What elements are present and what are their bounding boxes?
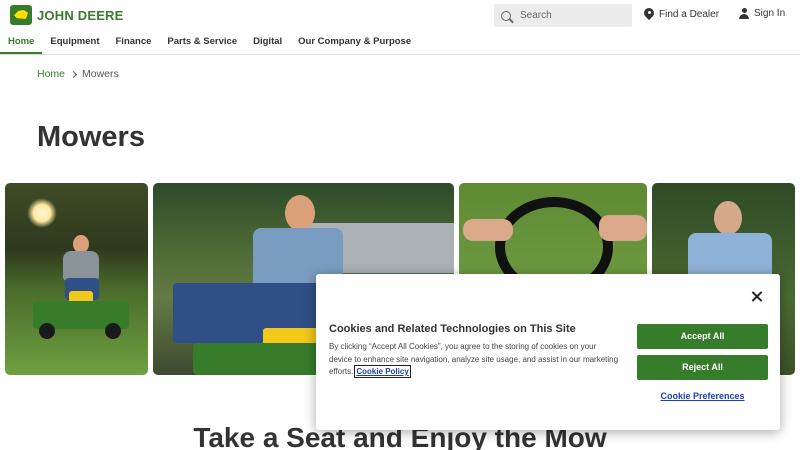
mower-wheel [105, 323, 121, 339]
deer-logo-icon [10, 5, 32, 25]
sun-glare [27, 198, 57, 228]
man-head [714, 201, 742, 235]
right-hand [599, 215, 647, 241]
nav-item-home[interactable]: Home [0, 30, 43, 54]
rider-shirt [63, 251, 99, 281]
nav-item-equipment[interactable]: Equipment [42, 30, 107, 54]
search-icon[interactable] [501, 10, 511, 21]
nav-item-digital[interactable]: Digital [245, 30, 290, 54]
breadcrumb-current: Mowers [82, 68, 119, 80]
cookie-preferences-link[interactable]: Cookie Preferences [637, 391, 768, 401]
close-icon[interactable] [749, 289, 765, 305]
sign-in-link[interactable]: Sign In [739, 8, 785, 19]
logo-text: JOHN DEERE [37, 7, 124, 23]
search-box[interactable] [494, 4, 632, 27]
search-input[interactable] [520, 10, 620, 21]
mower-wheel [39, 323, 55, 339]
find-dealer-link[interactable]: Find a Dealer [644, 8, 719, 20]
top-header: JOHN DEERE Find a Dealer Sign In [0, 0, 800, 30]
rider-head [285, 195, 315, 231]
location-pin-icon [644, 8, 654, 20]
cookie-consent-dialog: Cookies and Related Technologies on This… [316, 274, 780, 430]
person-icon [739, 8, 749, 19]
page-title: Mowers [37, 121, 145, 153]
find-dealer-label: Find a Dealer [659, 8, 720, 20]
left-hand [463, 219, 513, 241]
chevron-right-icon [69, 70, 78, 78]
mower-photo-sunset [5, 183, 148, 375]
breadcrumb: Home Mowers [37, 68, 119, 80]
accept-all-button[interactable]: Accept All [637, 324, 768, 349]
nav-item-our-company[interactable]: Our Company & Purpose [290, 30, 419, 54]
nav-item-finance[interactable]: Finance [108, 30, 160, 54]
cookie-dialog-text: By clicking “Accept All Cookies”, you ag… [329, 341, 621, 379]
main-nav: Home Equipment Finance Parts & Service D… [0, 30, 800, 55]
cookie-policy-link[interactable]: Cookie Policy [354, 365, 411, 378]
john-deere-logo[interactable]: JOHN DEERE [10, 5, 124, 25]
nav-item-parts-service[interactable]: Parts & Service [159, 30, 245, 54]
reject-all-button[interactable]: Reject All [637, 355, 768, 380]
sign-in-label: Sign In [754, 8, 786, 19]
cookie-dialog-title: Cookies and Related Technologies on This… [329, 323, 576, 335]
breadcrumb-home-link[interactable]: Home [37, 68, 65, 80]
